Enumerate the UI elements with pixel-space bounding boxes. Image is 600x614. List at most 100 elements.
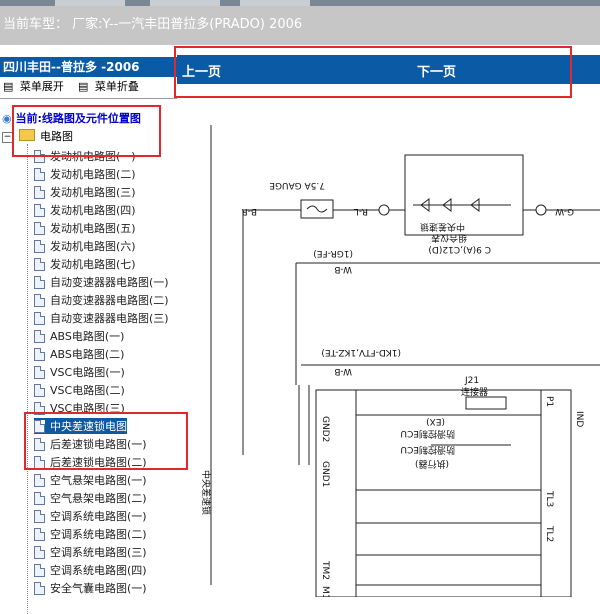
document-icon	[34, 222, 45, 235]
wire-label: W-B	[334, 366, 352, 376]
tree-item-label: 发动机电路图(四)	[50, 204, 136, 217]
pin-label: TL2	[544, 525, 554, 542]
tree-item-label: VSC电路图(一)	[50, 366, 125, 379]
prev-page-button[interactable]: 上一页	[182, 61, 221, 80]
connector-id: J21	[464, 376, 479, 386]
tree-item-label: 后差速锁电路图(二)	[50, 456, 147, 469]
combo-meter-label: 组合仪表	[431, 232, 467, 244]
document-icon	[34, 312, 45, 325]
tree-item[interactable]: ABS电路图(一)	[34, 328, 124, 344]
tree-item[interactable]: 发动机电路图(六)	[34, 238, 136, 254]
document-icon	[34, 204, 45, 217]
sidebar-title: 四川丰田--普拉多 -2006	[0, 57, 177, 77]
tree-item[interactable]: 发动机电路图(三)	[34, 184, 136, 200]
tree-item[interactable]: 发动机电路图(二)	[34, 166, 136, 182]
j21-connector	[465, 396, 507, 410]
document-icon	[34, 456, 45, 469]
tree-item[interactable]: 空气悬架电路图(一)	[34, 472, 147, 488]
document-icon	[34, 492, 45, 505]
wire-label: G-W	[555, 206, 574, 216]
side-label: 中央差速锁	[200, 470, 212, 515]
document-icon	[34, 276, 45, 289]
engine-label: (1KD-FTV,1KZ-TE)	[321, 347, 401, 357]
tree-item[interactable]: 发动机电路图(一)	[34, 148, 136, 164]
tree-item-label: 发动机电路图(三)	[50, 186, 136, 199]
ecu-label: (EX)	[426, 416, 445, 426]
tree-item[interactable]: 空调系统电路图(四)	[34, 562, 147, 578]
document-icon	[34, 348, 45, 361]
expand-menu-button[interactable]: ▤ 菜单展开	[3, 78, 64, 96]
actuator-label: (执行器)	[415, 458, 449, 470]
tree-item-label: 空调系统电路图(一)	[50, 510, 147, 523]
current-model-text: 当前车型： 厂家:Y--一汽丰田普拉多(PRADO) 2006	[3, 17, 303, 32]
tree-item-label: VSC电路图(二)	[50, 384, 125, 397]
tree-item[interactable]: 发动机电路图(七)	[34, 256, 136, 272]
wire-label: W-B	[334, 264, 352, 274]
sidebar-divider	[0, 98, 177, 99]
tree-item[interactable]: VSC电路图(三)	[34, 400, 125, 416]
tree-folder[interactable]: − 电路图	[2, 128, 73, 144]
document-icon	[34, 438, 45, 451]
tree-item[interactable]: VSC电路图(二)	[34, 382, 125, 398]
sidebar-toolbar: ▤ 菜单展开 ▤ 菜单折叠	[0, 78, 177, 96]
tree-item-label: 自动变速器器电路图(一)	[50, 276, 169, 289]
tree-item[interactable]: 发动机电路图(四)	[34, 202, 136, 218]
expand-icon: ▤	[3, 80, 14, 93]
tree-item-label: 安全气囊电路图(一)	[50, 582, 147, 595]
folder-icon	[18, 129, 35, 141]
document-icon	[34, 294, 45, 307]
document-icon	[34, 564, 45, 577]
pin-label: IND	[574, 411, 584, 427]
tree-item-label: ABS电路图(一)	[50, 330, 125, 343]
tree-item[interactable]: 后差速锁电路图(一)	[34, 436, 147, 452]
tree-item[interactable]: 空调系统电路图(三)	[34, 544, 147, 560]
document-icon	[34, 186, 45, 199]
tree-item[interactable]: ABS电路图(二)	[34, 346, 124, 362]
document-icon	[34, 384, 45, 397]
tree-item[interactable]: VSC电路图(一)	[34, 364, 125, 380]
model-header: 当前车型： 厂家:Y--一汽丰田普拉多(PRADO) 2006	[0, 6, 600, 45]
connector-label: 连接器	[461, 386, 488, 398]
connector-pin	[378, 204, 390, 216]
tree-item[interactable]: 空调系统电路图(二)	[34, 526, 147, 542]
document-icon	[34, 168, 45, 181]
ecu-label: 防滑控制ECU	[400, 444, 455, 456]
pin-label: M1	[320, 586, 330, 597]
pin-label: P1	[544, 396, 554, 407]
tree-item[interactable]: 发动机电路图(五)	[34, 220, 136, 236]
tree-item[interactable]: 空调系统电路图(一)	[34, 508, 147, 524]
tree-root[interactable]: ◉ 当前:线路图及元件位置图	[2, 110, 141, 126]
wire-label: B-R	[241, 206, 257, 216]
tree-item[interactable]: 自动变速器器电路图(二)	[34, 292, 169, 308]
page-nav-bar: 上一页 下一页	[177, 55, 600, 84]
tree-item-label: 发动机电路图(七)	[50, 258, 136, 271]
collapse-menu-label: 菜单折叠	[94, 80, 139, 93]
tree-item-selected[interactable]: 中央差速锁电图	[34, 418, 127, 434]
document-icon	[34, 366, 45, 379]
tree-item-label: 空调系统电路图(三)	[50, 546, 147, 559]
tree-item[interactable]: 安全气囊电路图(一)	[34, 580, 147, 596]
document-icon	[34, 330, 45, 343]
pin-label: TL3	[544, 490, 554, 507]
tree-item-label: 发动机电路图(一)	[50, 150, 136, 163]
tree-item-label: 后差速锁电路图(一)	[50, 438, 147, 451]
tree-item[interactable]: 后差速锁电路图(二)	[34, 454, 147, 470]
pin-label: GND1	[320, 461, 330, 487]
combo-meter-sub: 中央差速锁	[420, 221, 465, 233]
tree-item-label: 中央差速锁电图	[50, 420, 127, 433]
document-icon	[34, 582, 45, 595]
tree-item-label: 发动机电路图(二)	[50, 168, 136, 181]
document-icon	[34, 420, 45, 433]
collapse-toggle-icon[interactable]: −	[2, 132, 13, 143]
tree-item[interactable]: 自动变速器器电路图(一)	[34, 274, 169, 290]
tree-item-label: ABS电路图(二)	[50, 348, 125, 361]
next-page-button[interactable]: 下一页	[417, 61, 456, 80]
document-icon	[34, 258, 45, 271]
collapse-icon: ▤	[78, 80, 89, 93]
collapse-menu-button[interactable]: ▤ 菜单折叠	[78, 78, 139, 96]
tree-item[interactable]: 自动变速器器电路图(三)	[34, 310, 169, 326]
expand-menu-label: 菜单展开	[19, 80, 64, 93]
fuse-label: 7.5A GAUGE	[269, 180, 325, 190]
tree-item[interactable]: 空气悬架电路图(二)	[34, 490, 147, 506]
tree-item-label: VSC电路图(三)	[50, 402, 125, 415]
